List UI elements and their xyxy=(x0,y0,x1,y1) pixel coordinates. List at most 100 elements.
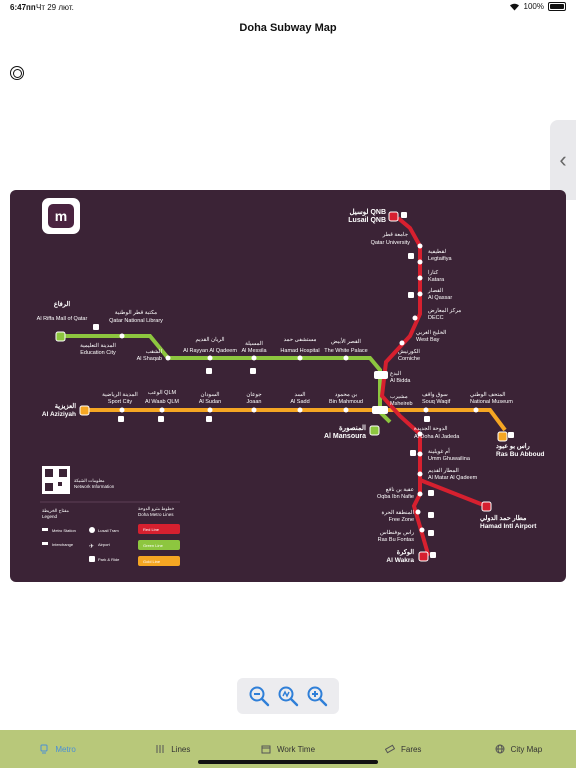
station-bin-mahmoud: Bin Mahmoud xyxy=(329,399,363,405)
station-free-zone-ar: المنطقة الحرة xyxy=(382,509,415,516)
zoom-out-icon[interactable] xyxy=(248,685,270,707)
station-matar-qadeem-ar: المطار القديم xyxy=(428,467,459,474)
svg-text:m: m xyxy=(55,208,67,224)
station-msheireb: Msheireb xyxy=(390,401,413,407)
station-qassar: Al Qassar xyxy=(428,295,452,301)
station-al-rayyan-qadeem: Al Rayyan Al Qadeem xyxy=(183,348,237,354)
status-right: 100% xyxy=(509,2,566,11)
wifi-icon xyxy=(509,3,519,11)
page-title: Doha Subway Map xyxy=(239,22,337,34)
station-qatar-national-library: Qatar National Library xyxy=(109,318,163,324)
home-indicator xyxy=(198,760,378,764)
station-al-shaqab: Al Shaqab xyxy=(137,356,162,362)
station-matar-qadeem: Al Matar Al Qadeem xyxy=(428,475,478,481)
terminus-ras-bu-abboud xyxy=(497,431,508,442)
ticket-icon xyxy=(384,744,395,754)
globe-icon xyxy=(495,744,505,754)
station-corniche-ar: الكورنيش xyxy=(398,348,420,355)
station-corniche: Corniche xyxy=(398,356,420,362)
station-bin-mahmoud-ar: بن محمود xyxy=(335,392,358,398)
location-toggle-button[interactable] xyxy=(10,66,24,80)
station-qassar-ar: القصار xyxy=(427,287,444,294)
station-katara: Katara xyxy=(428,277,445,283)
station-umm-ghuwailina-ar: أم غويلينة xyxy=(428,446,450,455)
metro-map[interactable]: m Lusail QNB لوسيل QNB Qatar University … xyxy=(10,190,566,582)
status-bar: 6:47пп Чт 29 лют. 100% xyxy=(0,0,576,16)
station-hamad-hospital: Hamad Hospital xyxy=(280,348,319,354)
station-al-wakra: Al Wakra xyxy=(386,557,414,564)
station-legtaifiya: Legtaifiya xyxy=(428,256,452,262)
station-al-riffa-ar: الرفاع xyxy=(54,300,71,308)
tab-metro[interactable]: Metro xyxy=(0,730,115,768)
metro-map-svg: m Lusail QNB لوسيل QNB Qatar University … xyxy=(37,198,545,566)
station-souq-waqif-ar: سوق واقف xyxy=(422,391,448,398)
station-ras-bu-fontas-ar: راس بوفنطاس xyxy=(380,529,414,536)
tab-city-map[interactable]: City Map xyxy=(461,730,576,768)
station-al-shaqab-ar: الشقب xyxy=(146,348,163,355)
terminus-lusail xyxy=(388,211,399,222)
station-oqba-ibn-nafie-ar: عقبة بن نافع xyxy=(386,486,414,493)
lines-icon xyxy=(156,745,164,753)
station-the-white-palace: The White Palace xyxy=(324,348,367,354)
battery-icon xyxy=(548,2,566,11)
legend-park-ride: Park & Ride xyxy=(98,557,120,562)
station-msheireb-ar: مشيرب xyxy=(390,394,408,400)
legend-metro-lines: Doha Metro Lines xyxy=(138,512,174,517)
station-al-doha-al-jadeda-ar: الدوحة الجديدة xyxy=(414,425,448,432)
station-the-white-palace-ar: القصر الأبيض xyxy=(331,336,361,345)
terminus-airport xyxy=(481,501,492,512)
station-west-bay-ar: الخليج الغربي xyxy=(416,329,447,336)
zoom-in-icon[interactable] xyxy=(306,685,328,707)
station-oqba-ibn-nafie: Oqba Ibn Nafie xyxy=(377,494,414,500)
airplane-icon: ✈ xyxy=(89,543,94,550)
station-west-bay: West Bay xyxy=(416,337,440,343)
station-al-aziziyah: Al Aziziyah xyxy=(42,411,76,418)
legend-green-line: Green Line xyxy=(143,543,164,548)
station-qatar-university-ar: جامعة قطر xyxy=(382,231,409,238)
station-decc: DECC xyxy=(428,315,444,321)
interchange-al-bidda xyxy=(374,371,388,379)
tab-fares-label: Fares xyxy=(400,744,422,754)
terminus-mansoura xyxy=(369,425,380,436)
station-al-bidda-ar: البدع xyxy=(390,370,402,377)
station-umm-ghuwailina: Umm Ghuwailina xyxy=(428,456,471,462)
station-al-sadd-ar: السد xyxy=(295,391,306,398)
station-al-messila-ar: المسيلة xyxy=(245,340,263,347)
station-airport-ar: مطار حمد الدولي xyxy=(480,514,527,523)
status-time: 6:47пп xyxy=(10,3,36,12)
station-al-sadd: Al Sadd xyxy=(290,399,309,405)
station-education-city-ar: المدينة التعليمية xyxy=(80,342,116,349)
zoom-reset-icon[interactable] xyxy=(277,685,299,707)
station-free-zone: Free Zone xyxy=(389,517,414,523)
station-souq-waqif: Souq Waqif xyxy=(422,399,451,405)
interchange-msheireb xyxy=(372,406,388,414)
tab-city-map-label: City Map xyxy=(510,744,543,754)
legend-airport: Airport xyxy=(98,542,111,547)
station-ras-bu-abboud-ar: راس بو عبود xyxy=(496,442,531,450)
terminus-aziziyah xyxy=(79,405,90,416)
station-joaan-ar: جوعان xyxy=(246,391,262,398)
station-al-doha-al-jadeda: Al Doha Al Jadeda xyxy=(414,434,460,440)
station-ras-bu-fontas: Ras Bu Fontas xyxy=(378,537,415,543)
tab-metro-label: Metro xyxy=(55,744,76,754)
station-lusail-ar: لوسيل QNB xyxy=(349,208,386,216)
station-sport-city-ar: المدينة الرياضية xyxy=(102,391,138,398)
chevron-left-icon: ‹ xyxy=(559,147,567,172)
battery-percent: 100% xyxy=(523,2,544,11)
station-ras-bu-abboud: Ras Bu Abboud xyxy=(496,451,545,458)
map-legend: معلومات الشبكة Network Information مفتاح… xyxy=(40,466,180,566)
station-hamad-hospital-ar: مستشفى حمد xyxy=(284,337,317,343)
station-national-museum: National Museum xyxy=(470,399,513,405)
station-al-waab-ar: الوعب QLM xyxy=(148,389,177,396)
station-al-mansoura-ar: المنصورة xyxy=(339,424,366,432)
station-qatar-university: Qatar University xyxy=(371,240,411,246)
legend-red-line: Red Line xyxy=(143,527,160,532)
terminus-riffa xyxy=(55,331,66,342)
station-al-sudan: Al Sudan xyxy=(199,399,221,405)
legend-lusail-tram: Lusail Tram xyxy=(98,528,119,533)
train-icon xyxy=(40,744,48,754)
legend-gold-line: Gold Line xyxy=(143,559,161,564)
station-al-rayyan-qadeem-ar: الريان القديم xyxy=(195,336,225,343)
side-drawer-handle[interactable]: ‹ xyxy=(550,120,576,200)
legend-network-info: Network Information xyxy=(74,484,115,489)
